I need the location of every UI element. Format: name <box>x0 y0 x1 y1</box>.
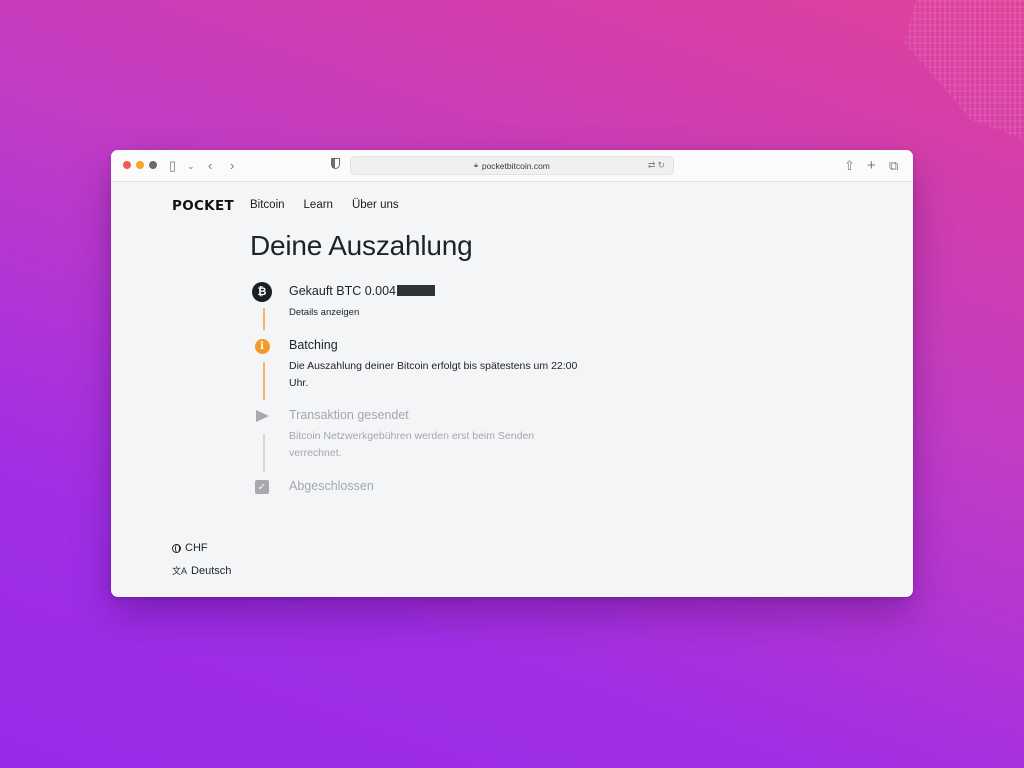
share-icon[interactable]: ⇧ <box>844 157 855 175</box>
translate-icon: 文A <box>172 566 188 576</box>
redacted-amount <box>397 285 436 296</box>
step-title: Abgeschlossen <box>289 479 374 493</box>
back-icon[interactable]: ‹ <box>208 157 212 175</box>
checkbox-icon: ✓ <box>255 480 269 494</box>
new-tab-icon[interactable]: + <box>867 157 876 175</box>
step-marker <box>252 406 272 426</box>
lock-icon: 🔒︎ <box>474 161 478 169</box>
send-icon <box>255 410 269 422</box>
main-nav: Bitcoin Learn Über uns <box>250 199 399 211</box>
chevron-down-icon[interactable]: ⌄ <box>187 157 195 175</box>
timeline-connector <box>263 362 265 400</box>
tab-overview-icon[interactable]: ⧉ <box>889 157 898 175</box>
address-bar[interactable]: 🔒︎ pocketbitcoin.com ⇄↻ <box>350 156 674 175</box>
nav-learn[interactable]: Learn <box>304 199 333 211</box>
minimize-button[interactable] <box>136 161 144 169</box>
close-button[interactable] <box>123 161 131 169</box>
nav-bitcoin[interactable]: Bitcoin <box>250 199 285 211</box>
timeline-connector <box>263 308 265 330</box>
step-marker: ₿ <box>252 282 272 302</box>
sidebar-icon[interactable]: ▯ <box>169 157 176 175</box>
step-title: Transaktion gesendet <box>289 408 409 422</box>
currency-selector[interactable]: CHF <box>172 542 208 554</box>
window-controls <box>123 161 157 169</box>
step-title: Gekauft BTC 0.004 <box>289 284 436 298</box>
background-texture <box>904 0 1024 140</box>
browser-window: ▯ ⌄ ‹ › 🔒︎ pocketbitcoin.com ⇄↻ ⇧ + ⧉ PO… <box>111 150 913 597</box>
nav-about[interactable]: Über uns <box>352 199 399 211</box>
url-text: pocketbitcoin.com <box>481 160 550 171</box>
step-title: Batching <box>289 338 338 352</box>
timeline-connector <box>263 434 265 472</box>
page-content: POCKET Bitcoin Learn Über uns Deine Ausz… <box>111 182 913 597</box>
zoom-button[interactable] <box>149 161 157 169</box>
info-icon: i <box>254 338 270 354</box>
currency-label: CHF <box>185 542 208 554</box>
browser-toolbar: ▯ ⌄ ‹ › 🔒︎ pocketbitcoin.com ⇄↻ ⇧ + ⧉ <box>111 150 913 182</box>
globe-icon <box>172 543 181 553</box>
forward-icon[interactable]: › <box>230 157 234 175</box>
step-marker: ✓ <box>252 477 272 497</box>
step-marker: i <box>252 336 272 356</box>
language-selector[interactable]: 文A Deutsch <box>172 564 231 577</box>
privacy-shield-icon[interactable] <box>331 158 340 169</box>
step-description: Die Auszahlung deiner Bitcoin erfolgt bi… <box>289 360 578 389</box>
step-description: Bitcoin Netzwerkgebühren werden erst bei… <box>289 430 535 459</box>
language-label: Deutsch <box>191 564 232 577</box>
site-logo[interactable]: POCKET <box>172 198 234 214</box>
reload-icon[interactable]: ⇄↻ <box>648 160 667 171</box>
details-link[interactable]: Details anzeigen <box>289 304 579 321</box>
bitcoin-icon: ₿ <box>252 282 272 302</box>
page-title: Deine Auszahlung <box>250 230 473 261</box>
